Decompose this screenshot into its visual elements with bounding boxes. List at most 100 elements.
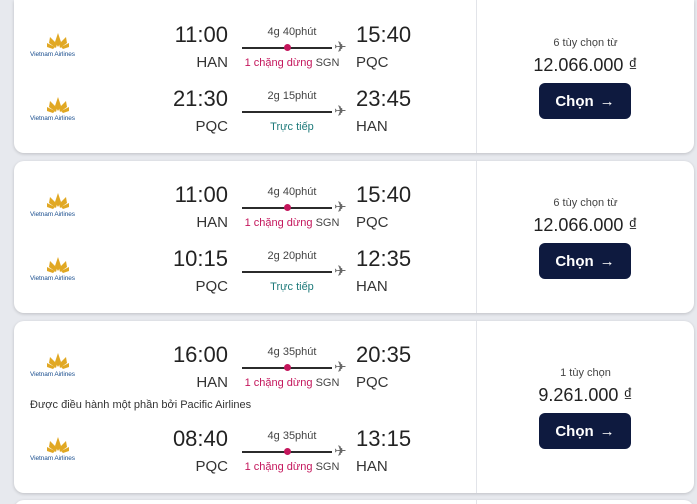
departure-time: 10:15 xyxy=(172,246,228,271)
arrival-airport: HAN xyxy=(356,458,388,475)
route-line xyxy=(242,204,332,211)
stops-info: 1 chặng dừng SGN xyxy=(242,217,342,229)
departure-airport: PQC xyxy=(195,458,228,475)
arrival-time: 15:40 xyxy=(356,22,412,47)
select-button[interactable]: Chọn → xyxy=(539,413,631,449)
flight-duration: 2g 20phút xyxy=(267,250,317,262)
flight-duration: 4g 35phút xyxy=(267,430,317,442)
plane-icon: ✈ xyxy=(334,39,347,56)
stops-count: 1 chặng dừng xyxy=(244,57,313,69)
outbound-leg: Vietnam Airlines 11:00 HAN 4g 40phút ✈ 1… xyxy=(14,178,476,238)
lotus-icon xyxy=(47,353,69,369)
select-button-label: Chọn xyxy=(555,92,594,110)
price: 12.066.000 ₫ xyxy=(533,215,638,235)
arrival-airport: PQC xyxy=(356,214,389,231)
route-line xyxy=(242,448,332,455)
stop-dot xyxy=(284,448,291,455)
airline-name: Vietnam Airlines xyxy=(30,275,75,282)
arrow-right-icon: → xyxy=(599,422,615,440)
lotus-icon xyxy=(47,437,69,453)
arrival-time: 15:40 xyxy=(356,182,412,207)
flight-result-card[interactable] xyxy=(14,500,694,504)
direct-label: Trực tiếp xyxy=(270,281,314,293)
airline-logo: Vietnam Airlines xyxy=(30,436,92,466)
select-button[interactable]: Chọn → xyxy=(539,83,631,119)
price-panel: 6 tùy chọn từ 12.066.000 ₫ Chọn → xyxy=(477,161,694,313)
departure-time: 08:40 xyxy=(172,426,228,451)
flight-result-card[interactable]: Vietnam Airlines 16:00 HAN 4g 35phút ✈ 1… xyxy=(14,321,694,493)
price-panel: 1 tùy chọn 9.261.000 ₫ Chọn → xyxy=(477,321,694,493)
arrow-right-icon: → xyxy=(599,92,615,110)
airline-name: Vietnam Airlines xyxy=(30,51,75,58)
select-button-label: Chọn xyxy=(555,252,594,270)
flight-duration: 4g 40phút xyxy=(267,186,317,198)
stops-airport: SGN xyxy=(315,377,340,389)
departure-airport: PQC xyxy=(195,278,228,295)
arrival-time: 12:35 xyxy=(356,246,412,271)
options-count: 6 tùy chọn từ xyxy=(553,197,618,209)
airline-name: Vietnam Airlines xyxy=(30,115,75,122)
arrival-airport: HAN xyxy=(356,118,388,135)
outbound-leg: Vietnam Airlines 16:00 HAN 4g 35phút ✈ 1… xyxy=(14,338,476,398)
departure-time: 16:00 xyxy=(172,342,228,367)
plane-icon: ✈ xyxy=(334,263,347,280)
price: 9.261.000 ₫ xyxy=(538,385,633,405)
stops-info: 1 chặng dừng SGN xyxy=(242,461,342,473)
departure-airport: HAN xyxy=(196,54,228,71)
operated-by-note: Được điều hành một phần bởi Pacific Airl… xyxy=(30,399,252,411)
flight-duration: 4g 40phút xyxy=(267,26,317,38)
airline-logo: Vietnam Airlines xyxy=(30,96,92,126)
stops-airport: SGN xyxy=(315,57,340,69)
flight-result-card[interactable]: Vietnam Airlines 11:00 HAN 4g 40phút ✈ 1… xyxy=(14,161,694,313)
route-line xyxy=(242,44,332,51)
stops-info: 1 chặng dừng SGN xyxy=(242,57,342,69)
airline-logo: Vietnam Airlines xyxy=(30,32,92,62)
options-count: 6 tùy chọn từ xyxy=(553,37,618,49)
stops-info: 1 chặng dừng SGN xyxy=(242,377,342,389)
departure-airport: HAN xyxy=(196,214,228,231)
select-button-label: Chọn xyxy=(555,422,594,440)
stops-count: 1 chặng dừng xyxy=(244,461,313,473)
departure-airport: PQC xyxy=(195,118,228,135)
return-leg: Vietnam Airlines 10:15 PQC 2g 20phút ✈ T… xyxy=(14,242,476,302)
departure-time: 11:00 xyxy=(174,182,228,207)
departure-time: 11:00 xyxy=(174,22,228,47)
select-button[interactable]: Chọn → xyxy=(539,243,631,279)
route-line xyxy=(242,111,332,113)
direct-label: Trực tiếp xyxy=(270,121,314,133)
airline-logo: Vietnam Airlines xyxy=(30,192,92,222)
airline-name: Vietnam Airlines xyxy=(30,211,75,218)
arrival-airport: PQC xyxy=(356,54,389,71)
stops-airport: SGN xyxy=(315,217,340,229)
outbound-leg: Vietnam Airlines 11:00 HAN 4g 40phút ✈ 1… xyxy=(14,18,476,78)
stops-count: 1 chặng dừng xyxy=(244,377,313,389)
plane-icon: ✈ xyxy=(334,443,347,460)
lotus-icon xyxy=(47,97,69,113)
stops-count: 1 chặng dừng xyxy=(244,217,313,229)
flight-duration: 4g 35phút xyxy=(267,346,317,358)
lotus-icon xyxy=(47,257,69,273)
departure-airport: HAN xyxy=(196,374,228,391)
stops-airport: SGN xyxy=(315,461,340,473)
route-line xyxy=(242,364,332,371)
arrow-right-icon: → xyxy=(599,252,615,270)
arrival-airport: PQC xyxy=(356,374,389,391)
flight-result-card[interactable]: Vietnam Airlines 11:00 HAN 4g 40phút ✈ 1… xyxy=(14,0,694,153)
arrival-time: 20:35 xyxy=(356,342,412,367)
airline-logo: Vietnam Airlines xyxy=(30,352,92,382)
return-leg: Vietnam Airlines 08:40 PQC 4g 35phút ✈ 1… xyxy=(14,422,476,482)
price-panel: 6 tùy chọn từ 12.066.000 ₫ Chọn → xyxy=(477,0,694,153)
airline-logo: Vietnam Airlines xyxy=(30,256,92,286)
airline-name: Vietnam Airlines xyxy=(30,371,75,378)
stop-dot xyxy=(284,364,291,371)
airline-name: Vietnam Airlines xyxy=(30,455,75,462)
plane-icon: ✈ xyxy=(334,103,347,120)
divider xyxy=(476,500,477,504)
route-line xyxy=(242,271,332,273)
arrival-time: 23:45 xyxy=(356,86,412,111)
plane-icon: ✈ xyxy=(334,199,347,216)
stop-dot xyxy=(284,204,291,211)
lotus-icon xyxy=(47,33,69,49)
lotus-icon xyxy=(47,193,69,209)
stop-dot xyxy=(284,44,291,51)
